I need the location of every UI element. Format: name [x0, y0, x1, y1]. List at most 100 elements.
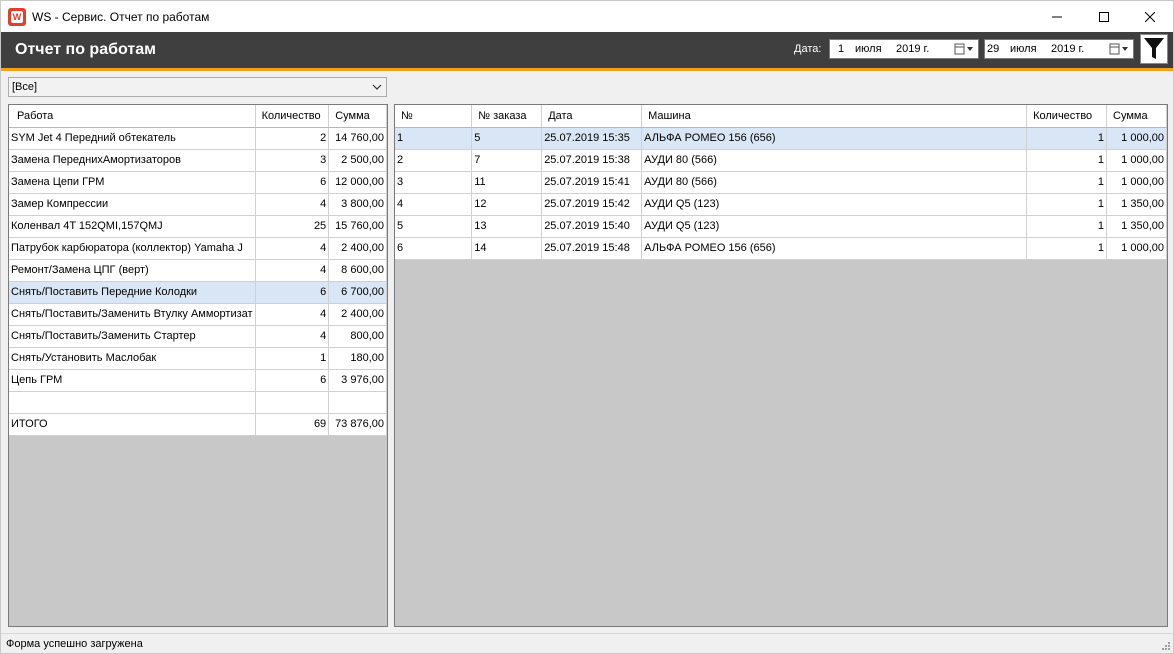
car-name: АЛЬФА РОМЕО 156 (656): [641, 127, 1028, 150]
maximize-icon: [1099, 11, 1109, 22]
table-row[interactable]: 2 7 25.07.2019 15:38 АУДИ 80 (566) 1 1 0…: [395, 149, 1167, 172]
column-header-work[interactable]: Работа: [9, 105, 256, 128]
minimize-button[interactable]: [1034, 1, 1080, 32]
filter-funnel-icon: [1144, 38, 1164, 59]
column-header-order-number[interactable]: № заказа: [471, 105, 543, 128]
combo-value: [Все]: [12, 81, 38, 93]
chevron-down-icon: [372, 84, 382, 90]
table-row[interactable]: Ремонт/Замена ЦПГ (верт) 4 8 600,00: [9, 259, 387, 282]
order-number: 7: [471, 149, 543, 172]
total-label: ИТОГО: [9, 413, 256, 436]
table-row-selected[interactable]: 1 5 25.07.2019 15:35 АЛЬФА РОМЕО 156 (65…: [395, 127, 1167, 150]
total-sum: 73 876,00: [328, 413, 387, 436]
table-row[interactable]: Снять/Поставить/Заменить Втулку Аммортиз…: [9, 303, 387, 326]
column-header-sum[interactable]: Сумма: [1106, 105, 1167, 128]
table-row[interactable]: Коленвал 4T 152QMI,157QMJ 25 15 760,00: [9, 215, 387, 238]
order-date: 25.07.2019 15:40: [541, 215, 643, 238]
work-name: SYM Jet 4 Передний обтекатель: [9, 127, 256, 150]
status-bar: Форма успешно загружена: [1, 633, 1173, 653]
table-row[interactable]: Цепь ГРМ 6 3 976,00: [9, 369, 387, 392]
work-sum: 2 400,00: [328, 237, 387, 260]
work-name: Ремонт/Замена ЦПГ (верт): [9, 259, 256, 282]
order-sum: 1 000,00: [1106, 127, 1167, 150]
row-number: 1: [395, 127, 473, 150]
work-quantity: 6: [255, 171, 330, 194]
column-header-sum[interactable]: Сумма: [328, 105, 387, 128]
work-name: Снять/Поставить Передние Колодки: [9, 281, 256, 304]
work-name: Замена Цепи ГРМ: [9, 171, 256, 194]
table-row[interactable]: Снять/Установить Маслобак 1 180,00: [9, 347, 387, 370]
car-name: АУДИ 80 (566): [641, 171, 1028, 194]
column-header-quantity[interactable]: Количество: [255, 105, 330, 128]
date-from-picker[interactable]: 1 июля 2019 г.: [829, 39, 979, 59]
table-row[interactable]: SYM Jet 4 Передний обтекатель 2 14 760,0…: [9, 127, 387, 150]
order-date: 25.07.2019 15:42: [541, 193, 643, 216]
work-name: Снять/Поставить/Заменить Втулку Аммортиз…: [9, 303, 256, 326]
ws-logo-icon: W: [8, 8, 26, 26]
works-grid[interactable]: Работа Количество Сумма SYM Jet 4 Передн…: [8, 104, 388, 627]
work-sum: 800,00: [328, 325, 387, 348]
table-row-empty[interactable]: [9, 391, 387, 414]
maximize-button[interactable]: [1081, 1, 1127, 32]
order-quantity: 1: [1026, 171, 1108, 194]
order-date: 25.07.2019 15:48: [541, 237, 643, 260]
total-row[interactable]: ИТОГО 69 73 876,00: [9, 413, 387, 436]
table-row[interactable]: Замена ПереднихАмортизаторов 3 2 500,00: [9, 149, 387, 172]
work-quantity: [255, 391, 330, 414]
row-number: 3: [395, 171, 473, 194]
date-to-month: июля: [1010, 43, 1037, 55]
calendar-dropdown-icon[interactable]: [954, 43, 974, 55]
work-quantity: 2: [255, 127, 330, 150]
work-quantity: 4: [255, 237, 330, 260]
status-message: Форма успешно загружена: [6, 638, 143, 650]
column-header-date[interactable]: Дата: [541, 105, 643, 128]
date-from-day: 1: [838, 43, 845, 55]
apply-filter-button[interactable]: [1140, 34, 1168, 64]
table-row[interactable]: Замер Компрессии 4 3 800,00: [9, 193, 387, 216]
table-row[interactable]: 6 14 25.07.2019 15:48 АЛЬФА РОМЕО 156 (6…: [395, 237, 1167, 260]
order-quantity: 1: [1026, 127, 1108, 150]
work-name: Снять/Установить Маслобак: [9, 347, 256, 370]
work-name: Замер Компрессии: [9, 193, 256, 216]
work-sum: 6 700,00: [328, 281, 387, 304]
report-header: Отчет по работам Дата: 1 июля 2019 г. 29…: [1, 32, 1173, 68]
work-quantity: 6: [255, 369, 330, 392]
order-number: 12: [471, 193, 543, 216]
table-row-selected[interactable]: Снять/Поставить Передние Колодки 6 6 700…: [9, 281, 387, 304]
column-header-quantity[interactable]: Количество: [1026, 105, 1108, 128]
app-window: W WS - Сервис. Отчет по работам Отчет по…: [0, 0, 1174, 654]
work-sum: 12 000,00: [328, 171, 387, 194]
column-header-car[interactable]: Машина: [641, 105, 1028, 128]
orders-grid[interactable]: № № заказа Дата Машина Количество Сумма …: [394, 104, 1168, 627]
order-number: 14: [471, 237, 543, 260]
order-quantity: 1: [1026, 215, 1108, 238]
order-sum: 1 000,00: [1106, 237, 1167, 260]
order-number: 13: [471, 215, 543, 238]
work-quantity: 6: [255, 281, 330, 304]
table-row[interactable]: 3 11 25.07.2019 15:41 АУДИ 80 (566) 1 1 …: [395, 171, 1167, 194]
row-number: 2: [395, 149, 473, 172]
close-button[interactable]: [1127, 1, 1173, 32]
work-sum: [328, 391, 387, 414]
work-sum: 14 760,00: [328, 127, 387, 150]
work-sum: 2 400,00: [328, 303, 387, 326]
work-quantity: 4: [255, 325, 330, 348]
resize-grip-icon[interactable]: [1160, 640, 1170, 650]
table-row[interactable]: 4 12 25.07.2019 15:42 АУДИ Q5 (123) 1 1 …: [395, 193, 1167, 216]
work-filter-combo[interactable]: [Все]: [8, 77, 387, 97]
column-header-number[interactable]: №: [395, 105, 473, 128]
work-name: Снять/Поставить/Заменить Стартер: [9, 325, 256, 348]
work-sum: 2 500,00: [328, 149, 387, 172]
order-date: 25.07.2019 15:35: [541, 127, 643, 150]
page-title: Отчет по работам: [15, 41, 156, 58]
table-row[interactable]: 5 13 25.07.2019 15:40 АУДИ Q5 (123) 1 1 …: [395, 215, 1167, 238]
table-row[interactable]: Замена Цепи ГРМ 6 12 000,00: [9, 171, 387, 194]
calendar-dropdown-icon[interactable]: [1109, 43, 1129, 55]
table-row[interactable]: Снять/Поставить/Заменить Стартер 4 800,0…: [9, 325, 387, 348]
date-to-day: 29: [987, 43, 1000, 55]
total-quantity: 69: [255, 413, 330, 436]
window-title: WS - Сервис. Отчет по работам: [32, 10, 210, 24]
works-table: Работа Количество Сумма SYM Jet 4 Передн…: [9, 105, 387, 436]
date-to-picker[interactable]: 29 июля 2019 г.: [984, 39, 1134, 59]
table-row[interactable]: Патрубок карбюратора (коллектор) Yamaha …: [9, 237, 387, 260]
